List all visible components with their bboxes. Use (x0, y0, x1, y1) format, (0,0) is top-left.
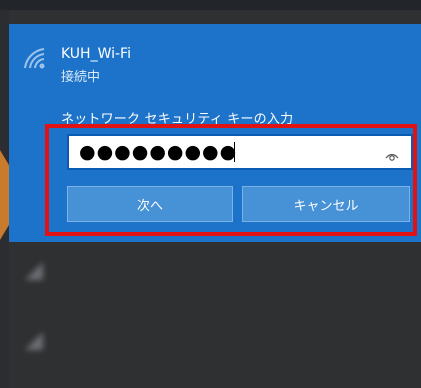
wifi-locked-icon (23, 260, 45, 282)
password-mask: ●●●●●●●●● (79, 141, 238, 163)
wifi-locked-icon (23, 330, 45, 352)
taskbar-strip (0, 0, 421, 10)
network-flyout: KUH_Wi-Fi 接続中 ネットワーク セキュリティ キーの入力 ●●●●●●… (9, 10, 421, 388)
network-status: 接続中 (61, 70, 101, 85)
selected-network-panel[interactable]: KUH_Wi-Fi 接続中 ネットワーク セキュリティ キーの入力 ●●●●●●… (9, 24, 421, 242)
cancel-button[interactable]: キャンセル (242, 186, 410, 222)
wifi-signal-icon (22, 46, 48, 72)
security-key-input[interactable]: ●●●●●●●●● (67, 134, 413, 170)
eye-icon[interactable] (385, 147, 399, 161)
network-list-item[interactable] (9, 312, 421, 374)
network-ssid: KUH_Wi-Fi (61, 46, 131, 62)
network-list-item[interactable] (9, 242, 421, 304)
text-caret (234, 142, 235, 162)
next-button[interactable]: 次へ (67, 186, 233, 222)
